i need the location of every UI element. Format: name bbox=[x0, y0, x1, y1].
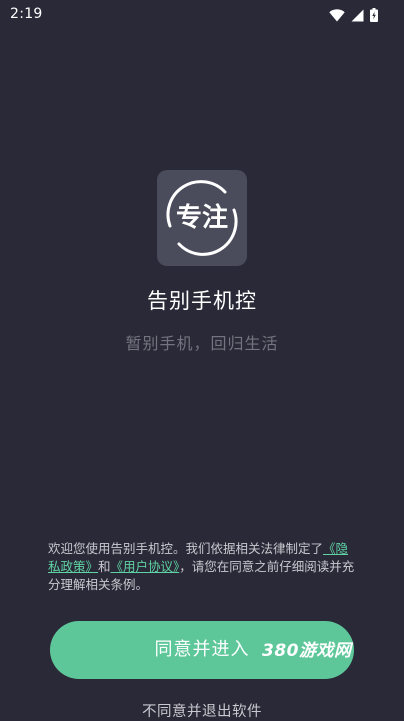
notice-text-before: 欢迎您使用告别手机控。我们依据相关法律制定了 bbox=[48, 541, 324, 556]
app-slogan: 暂别手机，回归生活 bbox=[125, 334, 279, 353]
user-agreement-link[interactable]: 《用户协议》 bbox=[111, 559, 180, 574]
notice-and: 和 bbox=[98, 559, 111, 574]
wifi-icon bbox=[329, 8, 345, 22]
app-name: 告别手机控 bbox=[147, 289, 257, 313]
decline-exit-button[interactable]: 不同意并退出软件 bbox=[0, 700, 404, 721]
status-time: 2:19 bbox=[10, 6, 43, 22]
app-logo-text: 专注 bbox=[175, 203, 228, 233]
site-watermark: 380游戏网 bbox=[262, 641, 352, 661]
status-icons bbox=[329, 7, 378, 23]
app-logo: 专注 bbox=[157, 170, 247, 266]
status-bar: 2:19 bbox=[0, 0, 404, 30]
privacy-notice: 欢迎您使用告别手机控。我们依据相关法律制定了《隐私政策》和《用户协议》，请您在同… bbox=[48, 540, 360, 594]
signal-icon bbox=[351, 9, 364, 22]
battery-icon bbox=[370, 8, 378, 22]
